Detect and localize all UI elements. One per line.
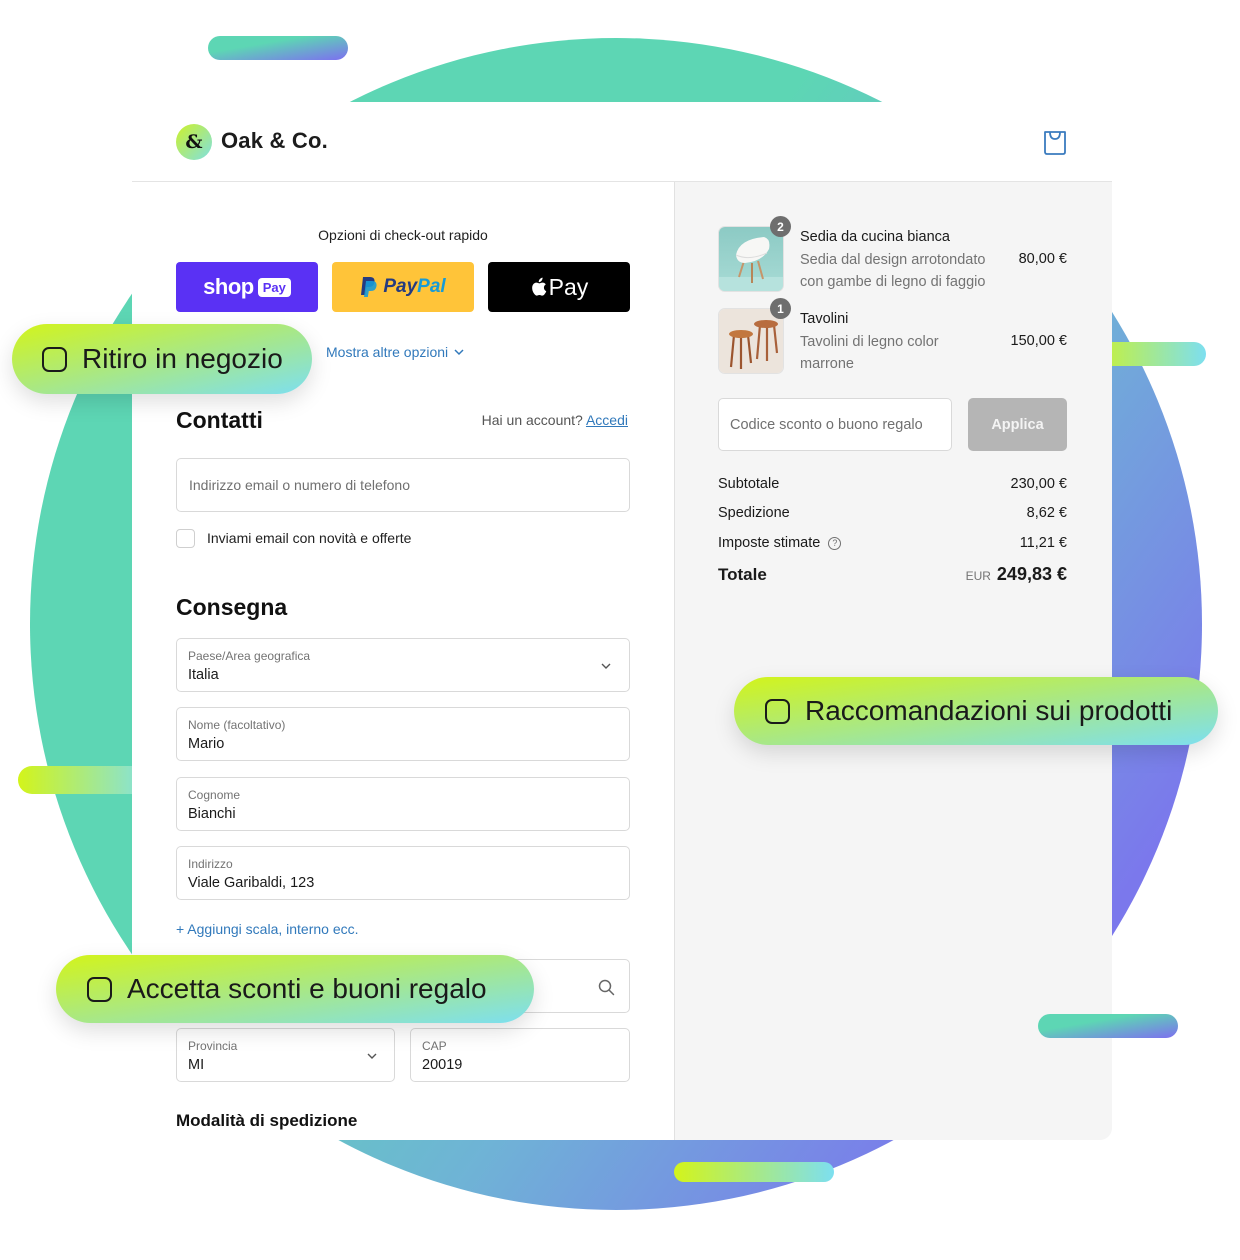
chevron-down-icon xyxy=(454,348,464,355)
address-field[interactable]: Indirizzo Viale Garibaldi, 123 xyxy=(176,846,630,900)
product-thumbnail-tables xyxy=(718,308,784,374)
zip-label: CAP xyxy=(422,1039,447,1053)
country-value: Italia xyxy=(188,667,219,683)
last-name-field[interactable]: Cognome Bianchi xyxy=(176,777,630,831)
zip-field[interactable]: CAP 20019 xyxy=(410,1028,630,1082)
item-title: Sedia da cucina bianca xyxy=(800,229,950,245)
checkbox-icon xyxy=(42,346,67,372)
item-description-line: marrone xyxy=(800,356,854,372)
province-value: MI xyxy=(188,1057,205,1073)
chevron-down-icon xyxy=(601,663,611,669)
country-select[interactable]: Paese/Area geografica Italia xyxy=(176,638,630,692)
item-description-line: con gambe di legno di faggio xyxy=(800,274,986,290)
first-name-value: Mario xyxy=(188,736,225,752)
checkbox-icon xyxy=(87,976,112,1002)
address-label: Indirizzo xyxy=(188,857,233,871)
item-description: Tavolini di legno color marrone xyxy=(800,331,939,375)
feature-pill-store-pickup: Ritiro in negozio xyxy=(12,324,312,394)
add-address-line-link[interactable]: + Aggiungi scala, interno ecc. xyxy=(176,921,359,937)
shipping-value: 8,62 € xyxy=(1026,505,1067,521)
total-label: Totale xyxy=(718,564,767,584)
email-placeholder: Indirizzo email o numero di telefono xyxy=(189,477,411,493)
store-logo[interactable]: & xyxy=(176,124,212,160)
delivery-heading: Consegna xyxy=(176,594,288,620)
feature-pill-label: Ritiro in negozio xyxy=(82,343,283,374)
shipping-label: Spedizione xyxy=(718,505,790,521)
paypal-button[interactable]: Pay Pal xyxy=(332,262,474,312)
shop-pay-badge: Pay xyxy=(257,277,291,297)
store-name[interactable]: Oak & Co. xyxy=(221,128,328,154)
email-field[interactable]: Indirizzo email o numero di telefono xyxy=(176,458,630,512)
shop-pay-wordmark: shop xyxy=(203,274,254,299)
item-price: 150,00 € xyxy=(1010,333,1067,349)
total-value: 249,83 € xyxy=(996,564,1067,584)
first-name-label: Nome (facoltativo) xyxy=(188,718,286,732)
paypal-icon xyxy=(361,277,377,297)
taxes-row: Imposte stimate? 11,21 € xyxy=(718,535,1067,551)
more-options-label: Mostra altre opzioni xyxy=(326,344,449,360)
express-checkout-title: Opzioni di check-out rapido xyxy=(318,227,488,243)
apply-discount-button[interactable]: Applica xyxy=(968,398,1067,451)
discount-code-input[interactable]: Codice sconto o buono regalo xyxy=(718,398,952,451)
feature-pill-discounts: Accetta sconti e buoni regalo xyxy=(56,955,534,1023)
account-prompt-text: Hai un account? xyxy=(481,412,583,428)
quantity-badge: 1 xyxy=(770,298,791,319)
chevron-down-icon xyxy=(367,1053,377,1059)
shipping-method-heading: Modalità di spedizione xyxy=(176,1111,358,1130)
more-options-link[interactable]: Mostra altre opzioni xyxy=(326,344,464,360)
taxes-label: Imposte stimate xyxy=(718,535,821,551)
address-value: Viale Garibaldi, 123 xyxy=(188,875,315,891)
last-name-value: Bianchi xyxy=(188,806,236,822)
total-row: Totale EUR 249,83 € xyxy=(718,564,1067,585)
taxes-value: 11,21 € xyxy=(1019,535,1067,551)
apple-pay-button[interactable]: Pay xyxy=(488,262,630,312)
province-select[interactable]: Provincia MI xyxy=(176,1028,395,1082)
apple-pay-wordmark: Pay xyxy=(548,273,589,300)
item-price: 80,00 € xyxy=(1018,251,1067,267)
item-description-line: Sedia dal design arrotondato xyxy=(800,252,986,268)
chair-image xyxy=(719,227,783,291)
feature-pill-label: Raccomandazioni sui prodotti xyxy=(805,695,1173,726)
first-name-field[interactable]: Nome (facoltativo) Mario xyxy=(176,707,630,761)
login-link[interactable]: Accedi xyxy=(586,412,628,428)
paypal-wordmark-pal: Pal xyxy=(417,276,446,297)
shopping-bag-icon xyxy=(1044,131,1066,155)
item-description-line: Tavolini di legno color xyxy=(800,334,939,350)
decorative-bar xyxy=(208,36,348,60)
newsletter-checkbox[interactable] xyxy=(176,529,195,548)
product-thumbnail-chair xyxy=(718,226,784,292)
total-currency: EUR xyxy=(965,569,991,583)
search-icon[interactable] xyxy=(598,979,615,996)
last-name-label: Cognome xyxy=(188,788,241,802)
paypal-wordmark-pay: Pay xyxy=(383,276,418,297)
quantity-badge: 2 xyxy=(770,216,791,237)
item-description: Sedia dal design arrotondato con gambe d… xyxy=(800,249,985,293)
zip-value: 20019 xyxy=(422,1057,463,1073)
newsletter-label[interactable]: Inviami email con novità e offerte xyxy=(207,530,411,546)
tables-image xyxy=(719,309,783,373)
subtotal-row: Subtotale 230,00 € xyxy=(718,476,1067,492)
account-prompt: Hai un account? Accedi xyxy=(400,412,628,428)
decorative-bar xyxy=(1038,1014,1178,1038)
shipping-row: Spedizione 8,62 € xyxy=(718,505,1067,521)
shop-pay-button[interactable]: shop Pay xyxy=(176,262,318,312)
discount-code-placeholder: Codice sconto o buono regalo xyxy=(730,417,923,433)
help-icon[interactable]: ? xyxy=(828,536,842,550)
cart-button[interactable] xyxy=(1042,128,1068,156)
feature-pill-label: Accetta sconti e buoni regalo xyxy=(127,973,487,1004)
decorative-bar xyxy=(674,1162,834,1182)
subtotal-label: Subtotale xyxy=(718,476,780,492)
item-title: Tavolini xyxy=(800,311,849,327)
country-label: Paese/Area geografica xyxy=(188,649,311,663)
checkbox-icon xyxy=(765,698,790,724)
province-label: Provincia xyxy=(188,1039,238,1053)
logo-glyph: & xyxy=(185,131,203,153)
contact-heading: Contatti xyxy=(176,407,263,433)
feature-pill-recommendations: Raccomandazioni sui prodotti xyxy=(734,677,1218,745)
subtotal-value: 230,00 € xyxy=(1010,476,1067,492)
apple-icon xyxy=(531,277,546,296)
